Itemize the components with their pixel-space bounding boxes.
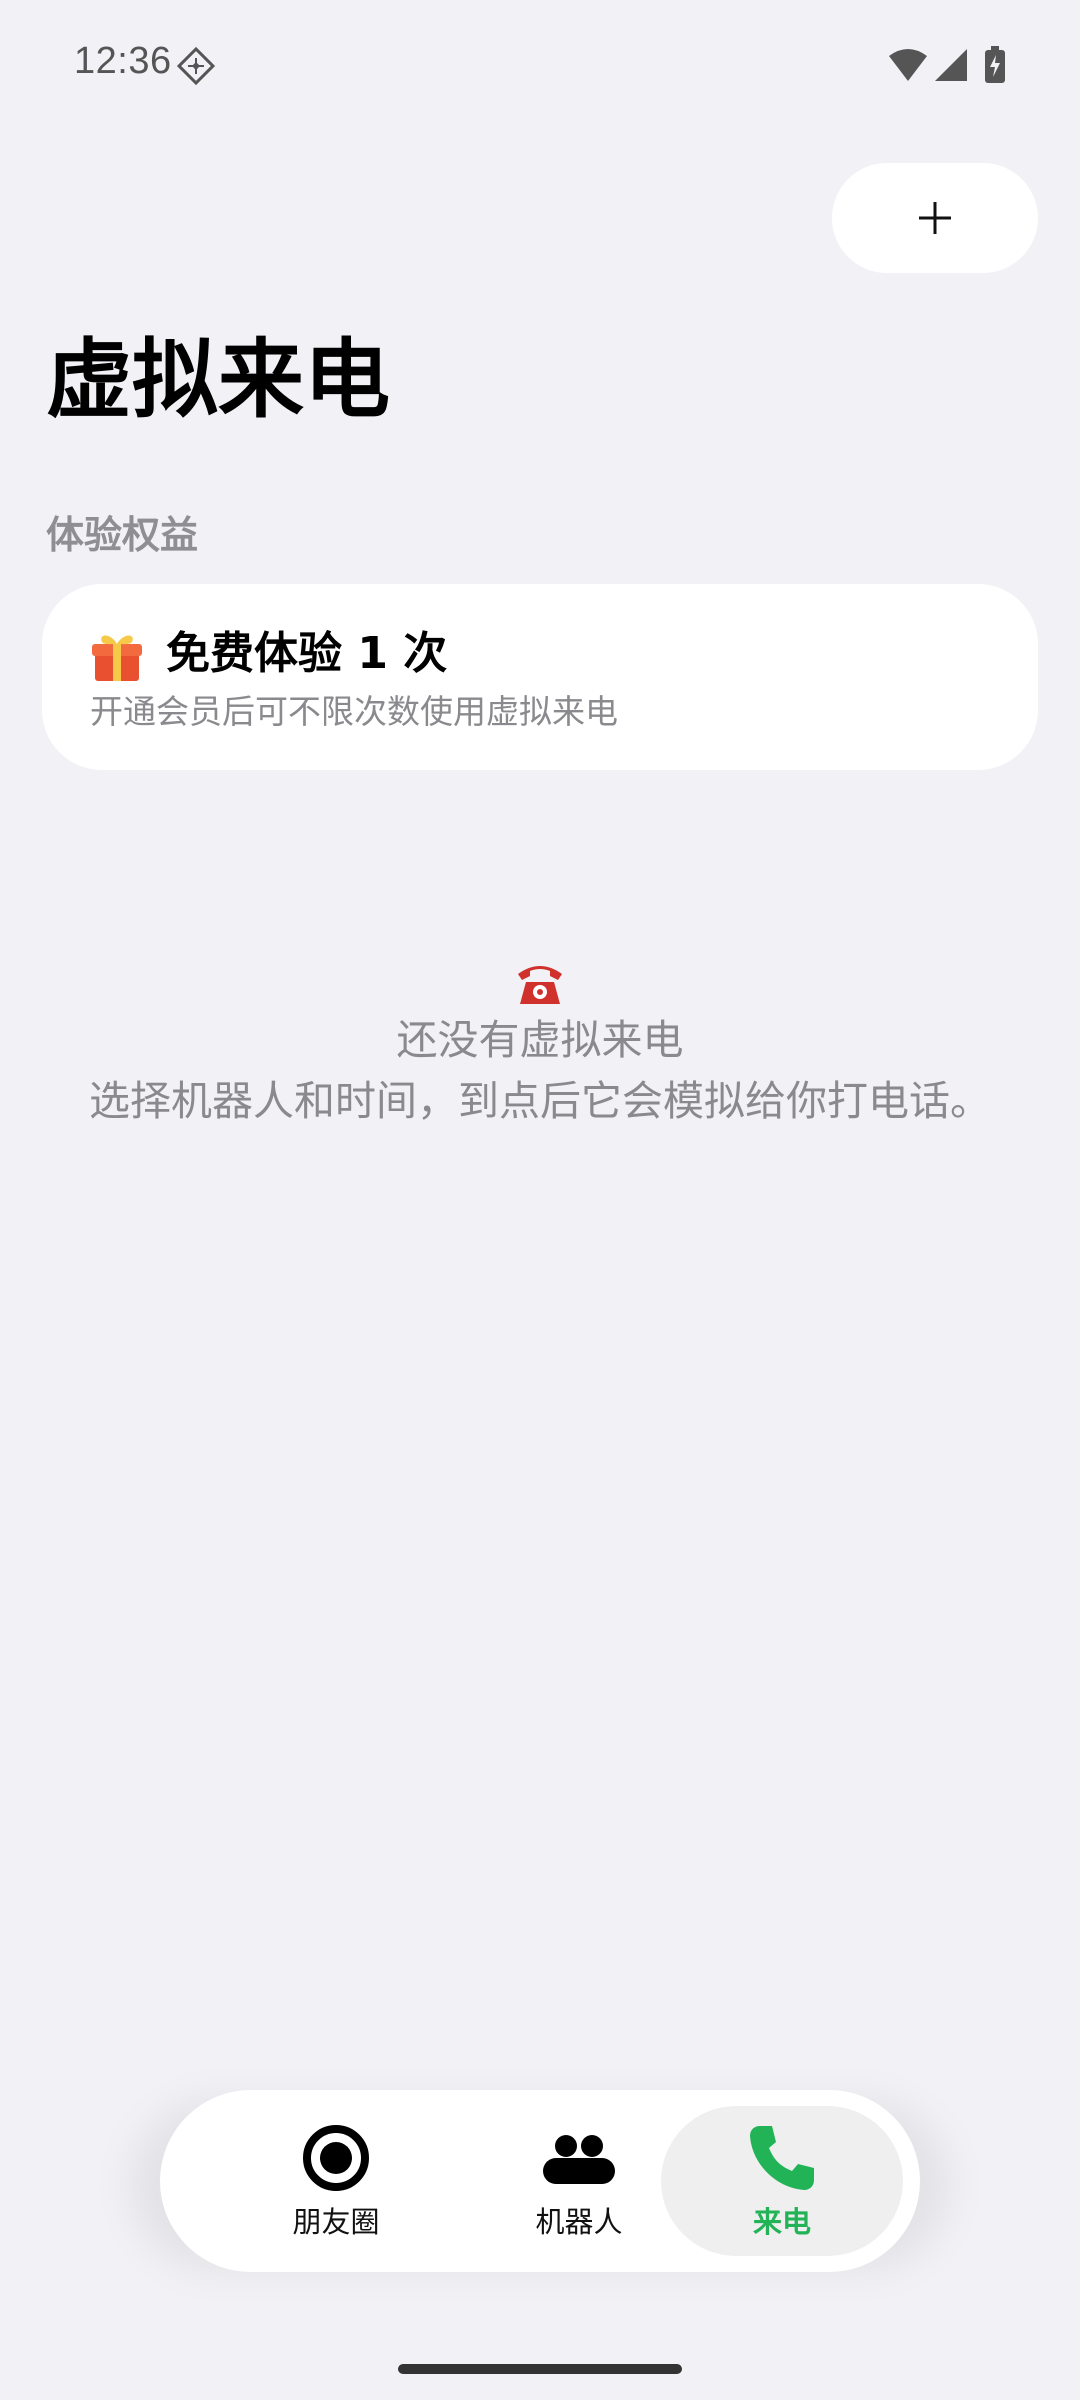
signal-icon: [935, 49, 967, 81]
benefit-description: 开通会员后可不限次数使用虚拟来电: [90, 692, 618, 731]
empty-state: 还没有虚拟来电 选择机器人和时间，到点后它会模拟给你打电话。: [0, 960, 1080, 1132]
status-time: 12:36: [74, 40, 172, 82]
wifi-icon: [889, 49, 927, 81]
battery-charging-icon: [985, 46, 1005, 83]
nav-item-calls[interactable]: 来电: [661, 2106, 903, 2256]
empty-title: 还没有虚拟来电: [396, 1016, 684, 1064]
home-indicator[interactable]: [398, 2364, 682, 2374]
robots-icon: [543, 2135, 615, 2184]
benefits-section-label: 体验权益: [46, 513, 199, 557]
status-bar: 12:36: [0, 0, 1080, 130]
benefit-card[interactable]: 免费体验 1 次 开通会员后可不限次数使用虚拟来电: [42, 584, 1038, 770]
nav-label-calls: 来电: [752, 2205, 811, 2239]
benefit-title: 免费体验 1 次: [166, 628, 448, 679]
empty-description: 选择机器人和时间，到点后它会模拟给你打电话。: [89, 1077, 991, 1125]
gift-icon: [92, 635, 142, 681]
moments-icon: [303, 2125, 369, 2191]
plus-icon: [919, 202, 951, 234]
telephone-icon: [518, 966, 562, 1004]
bottom-nav: 朋友圈 机器人 来电: [160, 2090, 920, 2272]
add-call-button[interactable]: [832, 163, 1038, 273]
phone-icon: [750, 2126, 814, 2190]
dnd-icon: [176, 46, 216, 86]
nav-item-moments[interactable]: 朋友圈: [215, 2106, 457, 2256]
page-title: 虚拟来电: [46, 330, 390, 430]
nav-label-moments: 朋友圈: [292, 2205, 380, 2239]
